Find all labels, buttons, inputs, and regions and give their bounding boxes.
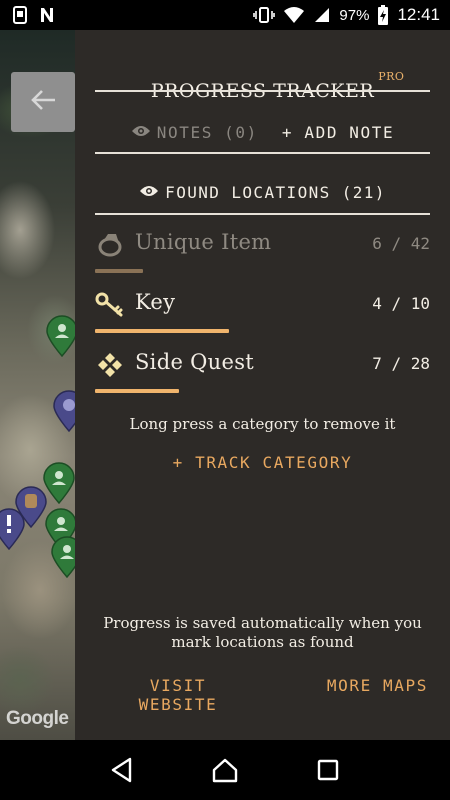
more-maps-button[interactable]: MORE MAPS — [327, 676, 428, 720]
add-note-button[interactable]: + ADD NOTE — [282, 123, 394, 142]
clock: 12:41 — [397, 5, 440, 24]
triangle-back-icon — [111, 757, 131, 783]
category-name: Key — [135, 290, 176, 314]
back-button[interactable] — [11, 72, 75, 132]
vibrate-icon — [253, 6, 276, 24]
progress-bar — [95, 269, 430, 273]
remove-category-hint: Long press a category to remove it — [129, 415, 396, 433]
notes-toggle[interactable]: NOTES (0) — [131, 123, 258, 142]
track-category-button[interactable]: + TRACK CATEGORY — [75, 453, 450, 472]
wifi-icon — [283, 6, 305, 24]
nav-home-button[interactable] — [205, 750, 245, 790]
progress-bar-fill — [95, 269, 143, 273]
key-icon — [95, 290, 125, 320]
divider — [95, 213, 430, 215]
navigation-bar — [0, 740, 450, 800]
progress-tracker-panel: PROGRESS TRACKER PRO NOTES (0) + ADD NOTE… — [75, 30, 450, 740]
notes-row: NOTES (0) + ADD NOTE — [95, 110, 430, 154]
eye-icon — [131, 123, 151, 142]
n-app-icon — [38, 6, 56, 24]
category-count: 4 / 10 — [372, 294, 430, 313]
found-locations-toggle[interactable]: FOUND LOCATIONS (21) — [95, 172, 430, 212]
map-marker-icon[interactable] — [52, 390, 75, 432]
arrow-left-icon — [29, 88, 57, 116]
category-unique-item[interactable]: Unique Item 6 / 42 — [95, 226, 430, 286]
signal-icon — [313, 6, 331, 24]
map-view[interactable]: Google — [0, 30, 75, 740]
sim-toolkit-icon — [12, 6, 28, 24]
map-marker-icon[interactable] — [50, 536, 75, 578]
progress-bar — [95, 389, 430, 393]
category-count: 6 / 42 — [372, 234, 430, 253]
status-bar: 97% 12:41 — [0, 0, 450, 30]
battery-percent: 97% — [339, 6, 370, 24]
eye-icon — [139, 183, 159, 202]
quest-diamond-icon — [95, 350, 125, 380]
battery-charging-icon — [377, 5, 389, 25]
progress-bar-fill — [95, 389, 179, 393]
notes-label: NOTES (0) — [156, 122, 258, 142]
category-count: 7 / 28 — [372, 354, 430, 373]
home-icon — [212, 758, 238, 783]
nav-back-button[interactable] — [102, 750, 142, 790]
category-name: Unique Item — [135, 230, 272, 254]
footer-links: VISIT WEBSITE MORE MAPS — [75, 676, 450, 720]
category-side-quest[interactable]: Side Quest 7 / 28 — [95, 346, 430, 406]
autosave-note: Progress is saved automatically when you… — [103, 614, 422, 651]
divider — [95, 90, 430, 92]
nav-recents-button[interactable] — [308, 750, 348, 790]
found-locations-label: FOUND LOCATIONS (21) — [165, 182, 386, 202]
pro-badge: PRO — [378, 70, 405, 83]
map-marker-icon[interactable] — [0, 508, 26, 550]
ring-icon — [95, 230, 125, 260]
google-logo: Google — [6, 708, 69, 729]
map-marker-icon[interactable] — [45, 315, 75, 357]
progress-bar — [95, 329, 430, 333]
divider — [95, 152, 430, 154]
square-recents-icon — [318, 759, 339, 781]
progress-bar-fill — [95, 329, 229, 333]
visit-website-button[interactable]: VISIT WEBSITE — [133, 676, 223, 720]
category-key[interactable]: Key 4 / 10 — [95, 286, 430, 346]
category-name: Side Quest — [135, 350, 255, 374]
